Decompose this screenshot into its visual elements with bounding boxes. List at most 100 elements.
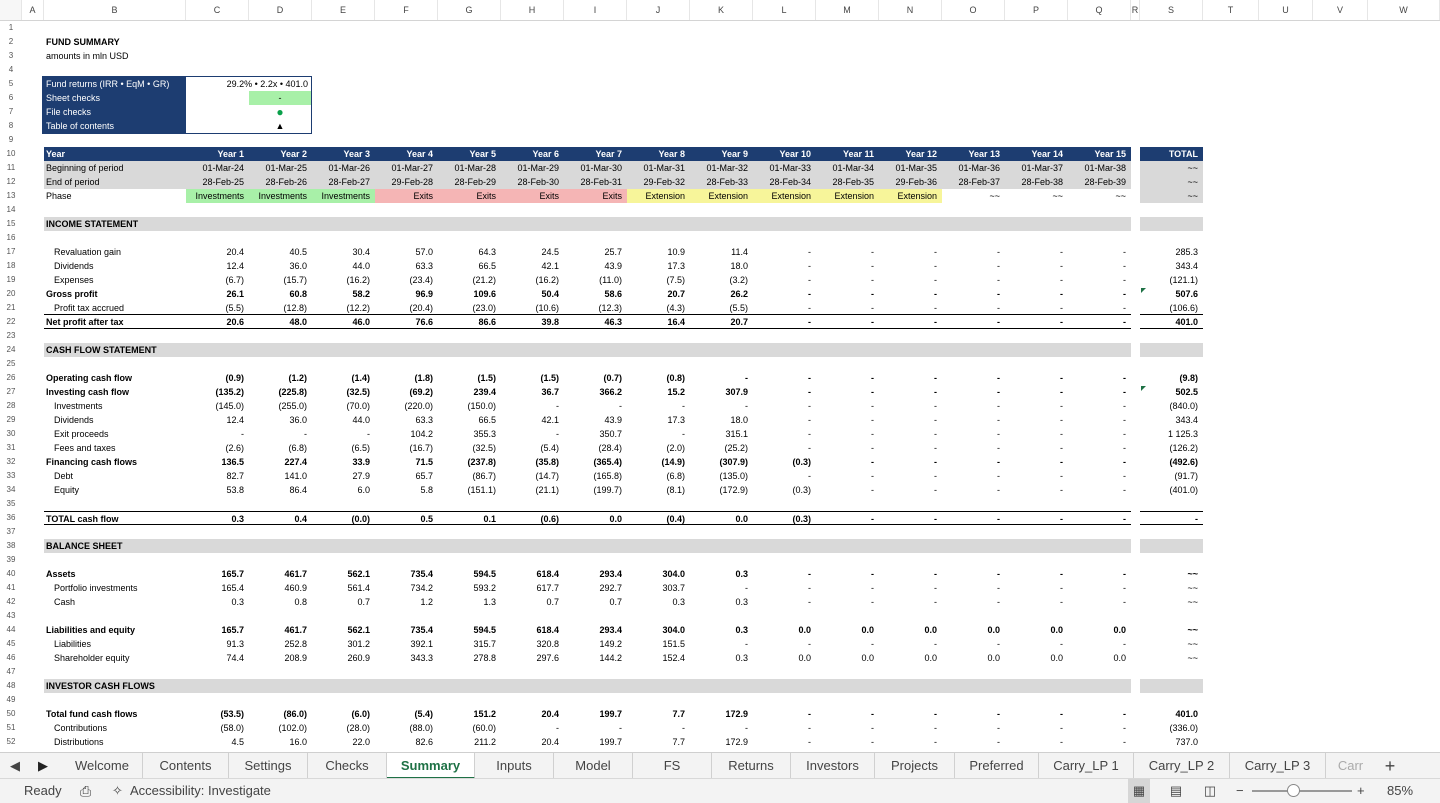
row-header[interactable]: 46	[0, 651, 22, 665]
row-header[interactable]: 47	[0, 665, 22, 679]
accessibility-icon[interactable]: ✧	[112, 779, 123, 803]
tab-carry-lp-3[interactable]: Carry_LP 3	[1230, 753, 1326, 779]
row-header[interactable]: 48	[0, 679, 22, 693]
row-header[interactable]: 8	[0, 119, 22, 133]
tab-summary[interactable]: Summary	[387, 753, 475, 779]
select-all-corner[interactable]	[0, 0, 22, 20]
normal-view-icon[interactable]: ▦	[1128, 779, 1150, 803]
column-header-O[interactable]: O	[942, 0, 1005, 20]
row-header[interactable]: 28	[0, 399, 22, 413]
row-header[interactable]: 30	[0, 427, 22, 441]
tab-carry-lp-2[interactable]: Carry_LP 2	[1134, 753, 1230, 779]
row-header[interactable]: 44	[0, 623, 22, 637]
row-header[interactable]: 25	[0, 357, 22, 371]
accessibility-status[interactable]: Accessibility: Investigate	[130, 779, 271, 803]
column-header-W[interactable]: W	[1368, 0, 1440, 20]
row-header[interactable]: 31	[0, 441, 22, 455]
row-header[interactable]: 3	[0, 49, 22, 63]
zoom-out-icon[interactable]: −	[1236, 779, 1244, 803]
column-header-P[interactable]: P	[1005, 0, 1068, 20]
tab-carr[interactable]: Carr	[1326, 753, 1375, 779]
row-header[interactable]: 6	[0, 91, 22, 105]
zoom-level[interactable]: 85%	[1387, 779, 1413, 803]
zoom-in-icon[interactable]: +	[1357, 779, 1365, 803]
row-header[interactable]: 14	[0, 203, 22, 217]
row-header[interactable]: 50	[0, 707, 22, 721]
column-header-N[interactable]: N	[879, 0, 942, 20]
column-header-F[interactable]: F	[375, 0, 438, 20]
row-header[interactable]: 1	[0, 21, 22, 35]
zoom-slider[interactable]	[1252, 790, 1352, 792]
add-sheet-icon[interactable]: +	[1375, 753, 1405, 779]
row-header[interactable]: 7	[0, 105, 22, 119]
column-header-S[interactable]: S	[1140, 0, 1203, 20]
row-header[interactable]: 2	[0, 35, 22, 49]
zoom-slider-thumb[interactable]	[1287, 784, 1300, 797]
column-header-H[interactable]: H	[501, 0, 564, 20]
row-header[interactable]: 12	[0, 175, 22, 189]
row-header[interactable]: 19	[0, 273, 22, 287]
row-header[interactable]: 26	[0, 371, 22, 385]
column-header-U[interactable]: U	[1259, 0, 1313, 20]
row-header[interactable]: 39	[0, 553, 22, 567]
tab-fs[interactable]: FS	[633, 753, 712, 779]
row-header[interactable]: 33	[0, 469, 22, 483]
row-header[interactable]: 36	[0, 511, 22, 525]
column-header-V[interactable]: V	[1313, 0, 1368, 20]
column-header-J[interactable]: J	[627, 0, 690, 20]
column-header-E[interactable]: E	[312, 0, 375, 20]
column-header-L[interactable]: L	[753, 0, 816, 20]
row-header[interactable]: 45	[0, 637, 22, 651]
tab-checks[interactable]: Checks	[308, 753, 387, 779]
row-header[interactable]: 37	[0, 525, 22, 539]
tab-contents[interactable]: Contents	[143, 753, 229, 779]
page-layout-view-icon[interactable]: ▤	[1166, 779, 1186, 803]
row-header[interactable]: 40	[0, 567, 22, 581]
row-header[interactable]: 52	[0, 735, 22, 749]
tab-projects[interactable]: Projects	[875, 753, 955, 779]
row-header[interactable]: 4	[0, 63, 22, 77]
row-header[interactable]: 13	[0, 189, 22, 203]
row-header[interactable]: 9	[0, 133, 22, 147]
row-header[interactable]: 5	[0, 77, 22, 91]
row-header[interactable]: 15	[0, 217, 22, 231]
tab-model[interactable]: Model	[554, 753, 633, 779]
tab-preferred[interactable]: Preferred	[955, 753, 1039, 779]
tab-scroll-left-icon[interactable]: ◀	[0, 753, 30, 779]
row-header[interactable]: 32	[0, 455, 22, 469]
row-header[interactable]: 20	[0, 287, 22, 301]
tab-inputs[interactable]: Inputs	[475, 753, 554, 779]
row-header[interactable]: 51	[0, 721, 22, 735]
column-header-G[interactable]: G	[438, 0, 501, 20]
spreadsheet-grid[interactable]: ABCDEFGHIJKLMNOPQRSTUVW 1 2 FUND SUMMARY 3 a…	[0, 0, 1440, 752]
row-header[interactable]: 27	[0, 385, 22, 399]
column-header-B[interactable]: B	[44, 0, 186, 20]
tab-returns[interactable]: Returns	[712, 753, 791, 779]
row-header[interactable]: 42	[0, 595, 22, 609]
column-header-T[interactable]: T	[1203, 0, 1259, 20]
row-header[interactable]: 22	[0, 315, 22, 329]
tab-welcome[interactable]: Welcome	[62, 753, 143, 779]
column-header-C[interactable]: C	[186, 0, 249, 20]
page-break-view-icon[interactable]: ◫	[1200, 779, 1220, 803]
column-header-A[interactable]: A	[22, 0, 44, 20]
row-header[interactable]: 17	[0, 245, 22, 259]
row-header[interactable]: 38	[0, 539, 22, 553]
row-header[interactable]: 10	[0, 147, 22, 161]
row-header[interactable]: 49	[0, 693, 22, 707]
column-header-R[interactable]: R	[1131, 0, 1140, 20]
tab-investors[interactable]: Investors	[791, 753, 875, 779]
row-header[interactable]: 21	[0, 301, 22, 315]
tab-scroll-right-icon[interactable]: ▶	[30, 753, 56, 779]
column-header-I[interactable]: I	[564, 0, 627, 20]
tab-settings[interactable]: Settings	[229, 753, 308, 779]
tab-carry-lp-1[interactable]: Carry_LP 1	[1039, 753, 1134, 779]
macro-record-icon[interactable]: ⎙	[80, 779, 91, 803]
row-header[interactable]: 16	[0, 231, 22, 245]
row-header[interactable]: 41	[0, 581, 22, 595]
column-header-D[interactable]: D	[249, 0, 312, 20]
row-header[interactable]: 35	[0, 497, 22, 511]
row-header[interactable]: 18	[0, 259, 22, 273]
row-header[interactable]: 34	[0, 483, 22, 497]
row-header[interactable]: 24	[0, 343, 22, 357]
